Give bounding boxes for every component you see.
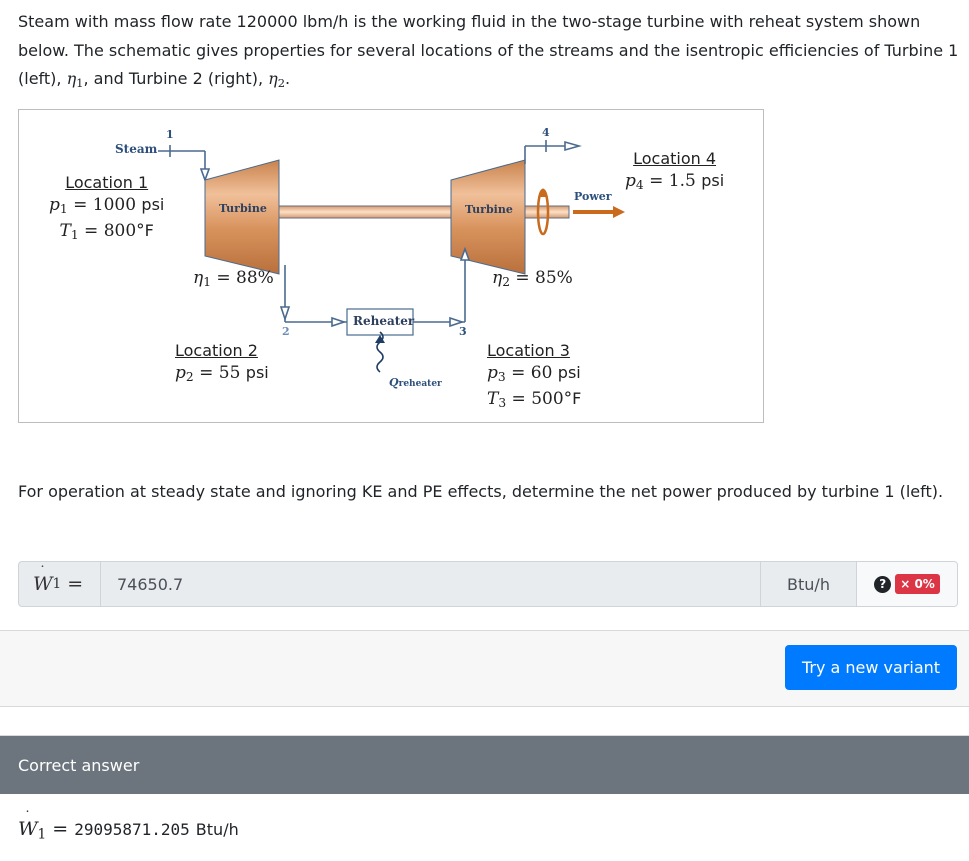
question-intro-2: , and Turbine 2 (right),	[83, 69, 269, 88]
turbine-reheat-schematic: Steam 1 2 3 4 Turbine Turbine Power Rehe…	[18, 109, 764, 423]
correct-answer-body: ˙ W1 = 29095871.205 Btu/h	[18, 809, 239, 843]
point-2-label: 2	[282, 325, 290, 338]
steam-label: Steam	[115, 142, 158, 156]
location-2-title: Location 2	[175, 341, 258, 360]
point-3-label: 3	[459, 325, 467, 338]
location-4-title: Location 4	[633, 149, 717, 168]
answer-label: ˙ W 1 =	[19, 562, 101, 606]
answer-input-group: ˙W1 = Btu/h ? × 0%	[18, 561, 958, 607]
status-area: ? × 0%	[856, 562, 957, 606]
shaft	[278, 205, 452, 219]
line-4	[524, 140, 582, 164]
question-prompt: For operation at steady state and ignori…	[18, 482, 944, 501]
correct-answer-title: Correct answer	[18, 755, 140, 775]
answer-input[interactable]	[101, 562, 760, 606]
location-4-block: Location 4 p4 = 1.5 psi	[625, 148, 724, 196]
correct-answer-header: Correct answer	[0, 735, 969, 794]
location-3-block: Location 3 p3 = 60 psi T3 = 500°F	[487, 340, 581, 414]
question-intro-3: .	[285, 69, 291, 88]
eta2-symbol: η2	[268, 69, 286, 90]
correct-answer-lhs: ˙ W1 =	[18, 809, 69, 843]
score-badge: × 0%	[895, 574, 940, 594]
location-1-pressure: p1 = 1000 psi	[49, 195, 165, 217]
equals-sign: =	[67, 573, 84, 595]
reheater-label: Reheater	[353, 314, 415, 328]
location-2-block: Location 2 p2 = 55 psi	[175, 340, 269, 388]
location-3-title: Location 3	[487, 341, 570, 360]
unit-label: Btu/h	[760, 562, 856, 606]
location-3-pressure: p3 = 60 psi	[487, 363, 581, 385]
turbine-1-label: Turbine	[219, 202, 267, 215]
point-4-label: 4	[542, 126, 550, 139]
question-circle-icon[interactable]: ?	[874, 575, 892, 593]
point-1-label: 1	[166, 128, 174, 141]
location-3-temperature: T3 = 500°F	[487, 389, 582, 411]
turbine-2-label: Turbine	[465, 203, 513, 216]
line-3	[413, 246, 471, 328]
location-1-temperature: T1 = 800°F	[59, 221, 154, 243]
power-label: Power	[574, 190, 612, 203]
correct-answer-unit: Btu/h	[195, 820, 239, 839]
eta1-label: η1 = 88%	[193, 268, 274, 290]
location-1-block: Location 1 p1 = 1000 psi T1 = 800°F	[49, 172, 164, 246]
w-dot-symbol: ˙ W	[33, 564, 53, 595]
location-1-title: Location 1	[65, 173, 149, 192]
question-text: Steam with mass flow rate 120000 lbm/h i…	[18, 8, 963, 97]
try-new-variant-button[interactable]: Try a new variant	[785, 645, 957, 690]
q-reheater-label: Qreheater	[389, 376, 442, 389]
eta2-label: η2 = 85%	[492, 268, 573, 290]
x-icon: ×	[900, 577, 911, 591]
location-2-pressure: p2 = 55 psi	[175, 363, 269, 385]
line-2	[279, 265, 347, 328]
eta1-symbol: η1	[66, 69, 84, 90]
correct-answer-value: 29095871.205	[74, 820, 190, 839]
turbine-1	[204, 159, 280, 275]
w-subscript: 1	[52, 576, 62, 592]
question-footer: Try a new variant	[0, 630, 969, 707]
inlet-line	[158, 145, 211, 183]
power-arrow-head	[613, 206, 625, 218]
location-4-pressure: p4 = 1.5 psi	[625, 171, 725, 193]
